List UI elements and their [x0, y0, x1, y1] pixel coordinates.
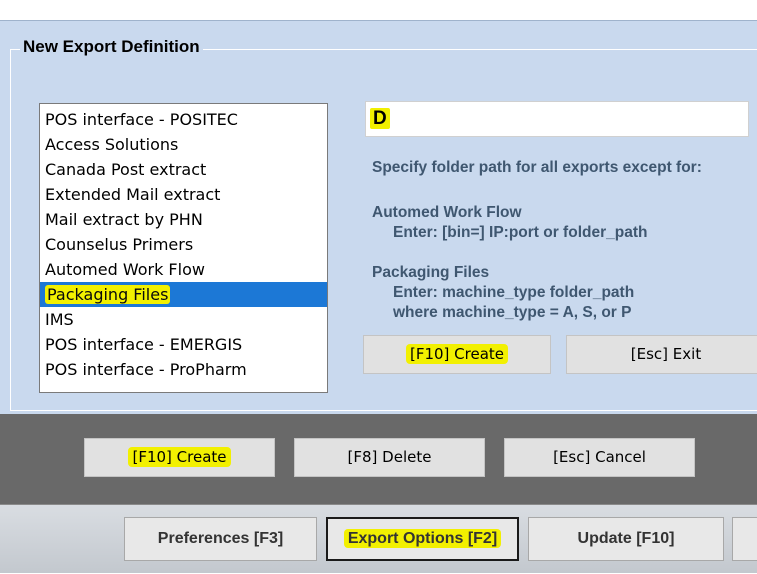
- delete-label: [F8] Delete: [347, 448, 432, 466]
- list-item-label: Mail extract by PHN: [45, 210, 203, 229]
- list-item-label: Packaging Files: [45, 285, 171, 304]
- list-item-label: Counselus Primers: [45, 235, 194, 254]
- export-type-list[interactable]: POS interface - POSITEC Access Solutions…: [39, 103, 328, 393]
- packaging-enter-text: Enter: machine_type folder_path: [393, 284, 635, 301]
- delete-button[interactable]: [F8] Delete: [294, 438, 485, 477]
- top-strip: [0, 0, 757, 20]
- preferences-button[interactable]: Preferences [F3]: [124, 517, 317, 561]
- update-button[interactable]: Update [F10]: [528, 517, 724, 561]
- automed-heading: Automed Work Flow: [372, 204, 522, 221]
- list-item[interactable]: Mail extract by PHN: [40, 207, 327, 232]
- export-options-button[interactable]: Export Options [F2]: [326, 517, 519, 561]
- packaging-where-text: where machine_type = A, S, or P: [393, 304, 632, 321]
- list-item-label: Access Solutions: [45, 135, 179, 154]
- cancel-button[interactable]: [Esc] Cancel: [504, 438, 695, 477]
- footer-bar: Preferences [F3] Export Options [F2] Upd…: [0, 504, 757, 573]
- dialog-title: New Export Definition: [20, 37, 203, 57]
- list-item-label: POS interface - POSITEC: [45, 110, 238, 129]
- inner-create-button[interactable]: [F10] Create: [363, 335, 551, 374]
- cancel-label: [Esc] Cancel: [553, 448, 646, 466]
- automed-enter-text: Enter: [bin=] IP:port or folder_path: [393, 224, 648, 241]
- list-item-label: POS interface - EMERGIS: [45, 335, 243, 354]
- list-item-label: Extended Mail extract: [45, 185, 221, 204]
- list-item-label: POS interface - ProPharm: [45, 360, 247, 379]
- inner-exit-label: [Esc] Exit: [630, 345, 702, 363]
- help-text: Specify folder path for all exports exce…: [372, 159, 702, 176]
- list-item-label: Canada Post extract: [45, 160, 207, 179]
- action-bar: [F10] Create [F8] Delete [Esc] Cancel: [0, 414, 757, 504]
- packaging-heading: Packaging Files: [372, 264, 490, 281]
- list-item[interactable]: POS interface - EMERGIS: [40, 332, 327, 357]
- list-item[interactable]: Extended Mail extract: [40, 182, 327, 207]
- create-button[interactable]: [F10] Create: [84, 438, 275, 477]
- list-item[interactable]: Access Solutions: [40, 132, 327, 157]
- list-item-label: Automed Work Flow: [45, 260, 205, 279]
- list-item[interactable]: Canada Post extract: [40, 157, 327, 182]
- list-item[interactable]: POS interface - ProPharm: [40, 357, 327, 382]
- preferences-label: Preferences [F3]: [157, 530, 284, 547]
- list-item[interactable]: POS interface - POSITEC: [40, 107, 327, 132]
- inner-create-label: [F10] Create: [405, 344, 509, 364]
- more-button[interactable]: [732, 517, 757, 561]
- list-item[interactable]: IMS: [40, 307, 327, 332]
- new-export-dialog: New Export Definition POS interface - PO…: [0, 20, 757, 415]
- update-label: Update [F10]: [577, 530, 675, 547]
- list-item[interactable]: Counselus Primers: [40, 232, 327, 257]
- list-item-label: IMS: [45, 310, 74, 329]
- export-options-label: Export Options [F2]: [343, 529, 502, 548]
- inner-exit-button[interactable]: [Esc] Exit: [566, 335, 757, 374]
- list-item[interactable]: Automed Work Flow: [40, 257, 327, 282]
- folder-path-value: D: [370, 108, 390, 129]
- folder-path-input[interactable]: D: [365, 101, 749, 137]
- create-label: [F10] Create: [128, 447, 231, 467]
- list-item-selected[interactable]: Packaging Files: [40, 282, 327, 307]
